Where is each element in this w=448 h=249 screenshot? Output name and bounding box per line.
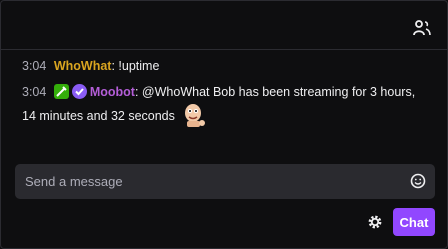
message-colon: : <box>111 59 115 73</box>
chat-send-button[interactable]: Chat <box>393 208 435 236</box>
message-username[interactable]: Moobot <box>90 85 135 99</box>
gear-icon <box>368 215 382 229</box>
smiley-icon <box>410 173 426 189</box>
chat-panel: 3:04 WhoWhat: !uptime 3:04 Moobot: @WhoW… <box>0 0 448 249</box>
users-button[interactable] <box>411 17 433 39</box>
chat-message: 3:04 WhoWhat: !uptime <box>22 57 427 75</box>
users-icon <box>413 20 431 36</box>
chat-input-placeholder: Send a message <box>25 174 123 189</box>
message-text: !uptime <box>118 59 160 73</box>
emote-picker-button[interactable] <box>409 172 427 190</box>
chat-input[interactable]: Send a message <box>15 164 435 199</box>
chat-message: 3:04 Moobot: @WhoWhat Bob has been strea… <box>22 83 427 129</box>
message-timestamp: 3:04 <box>22 85 47 99</box>
chat-settings-button[interactable] <box>364 211 386 233</box>
message-colon: : <box>134 85 139 99</box>
verified-badge-icon[interactable] <box>71 84 87 99</box>
message-timestamp: 3:04 <box>22 59 47 73</box>
chat-header <box>1 1 447 49</box>
moderator-badge-icon[interactable] <box>53 84 69 99</box>
message-username[interactable]: WhoWhat <box>54 59 112 73</box>
chat-button-label: Chat <box>399 214 429 230</box>
emote-icon[interactable] <box>180 101 208 129</box>
header-divider <box>1 49 447 50</box>
